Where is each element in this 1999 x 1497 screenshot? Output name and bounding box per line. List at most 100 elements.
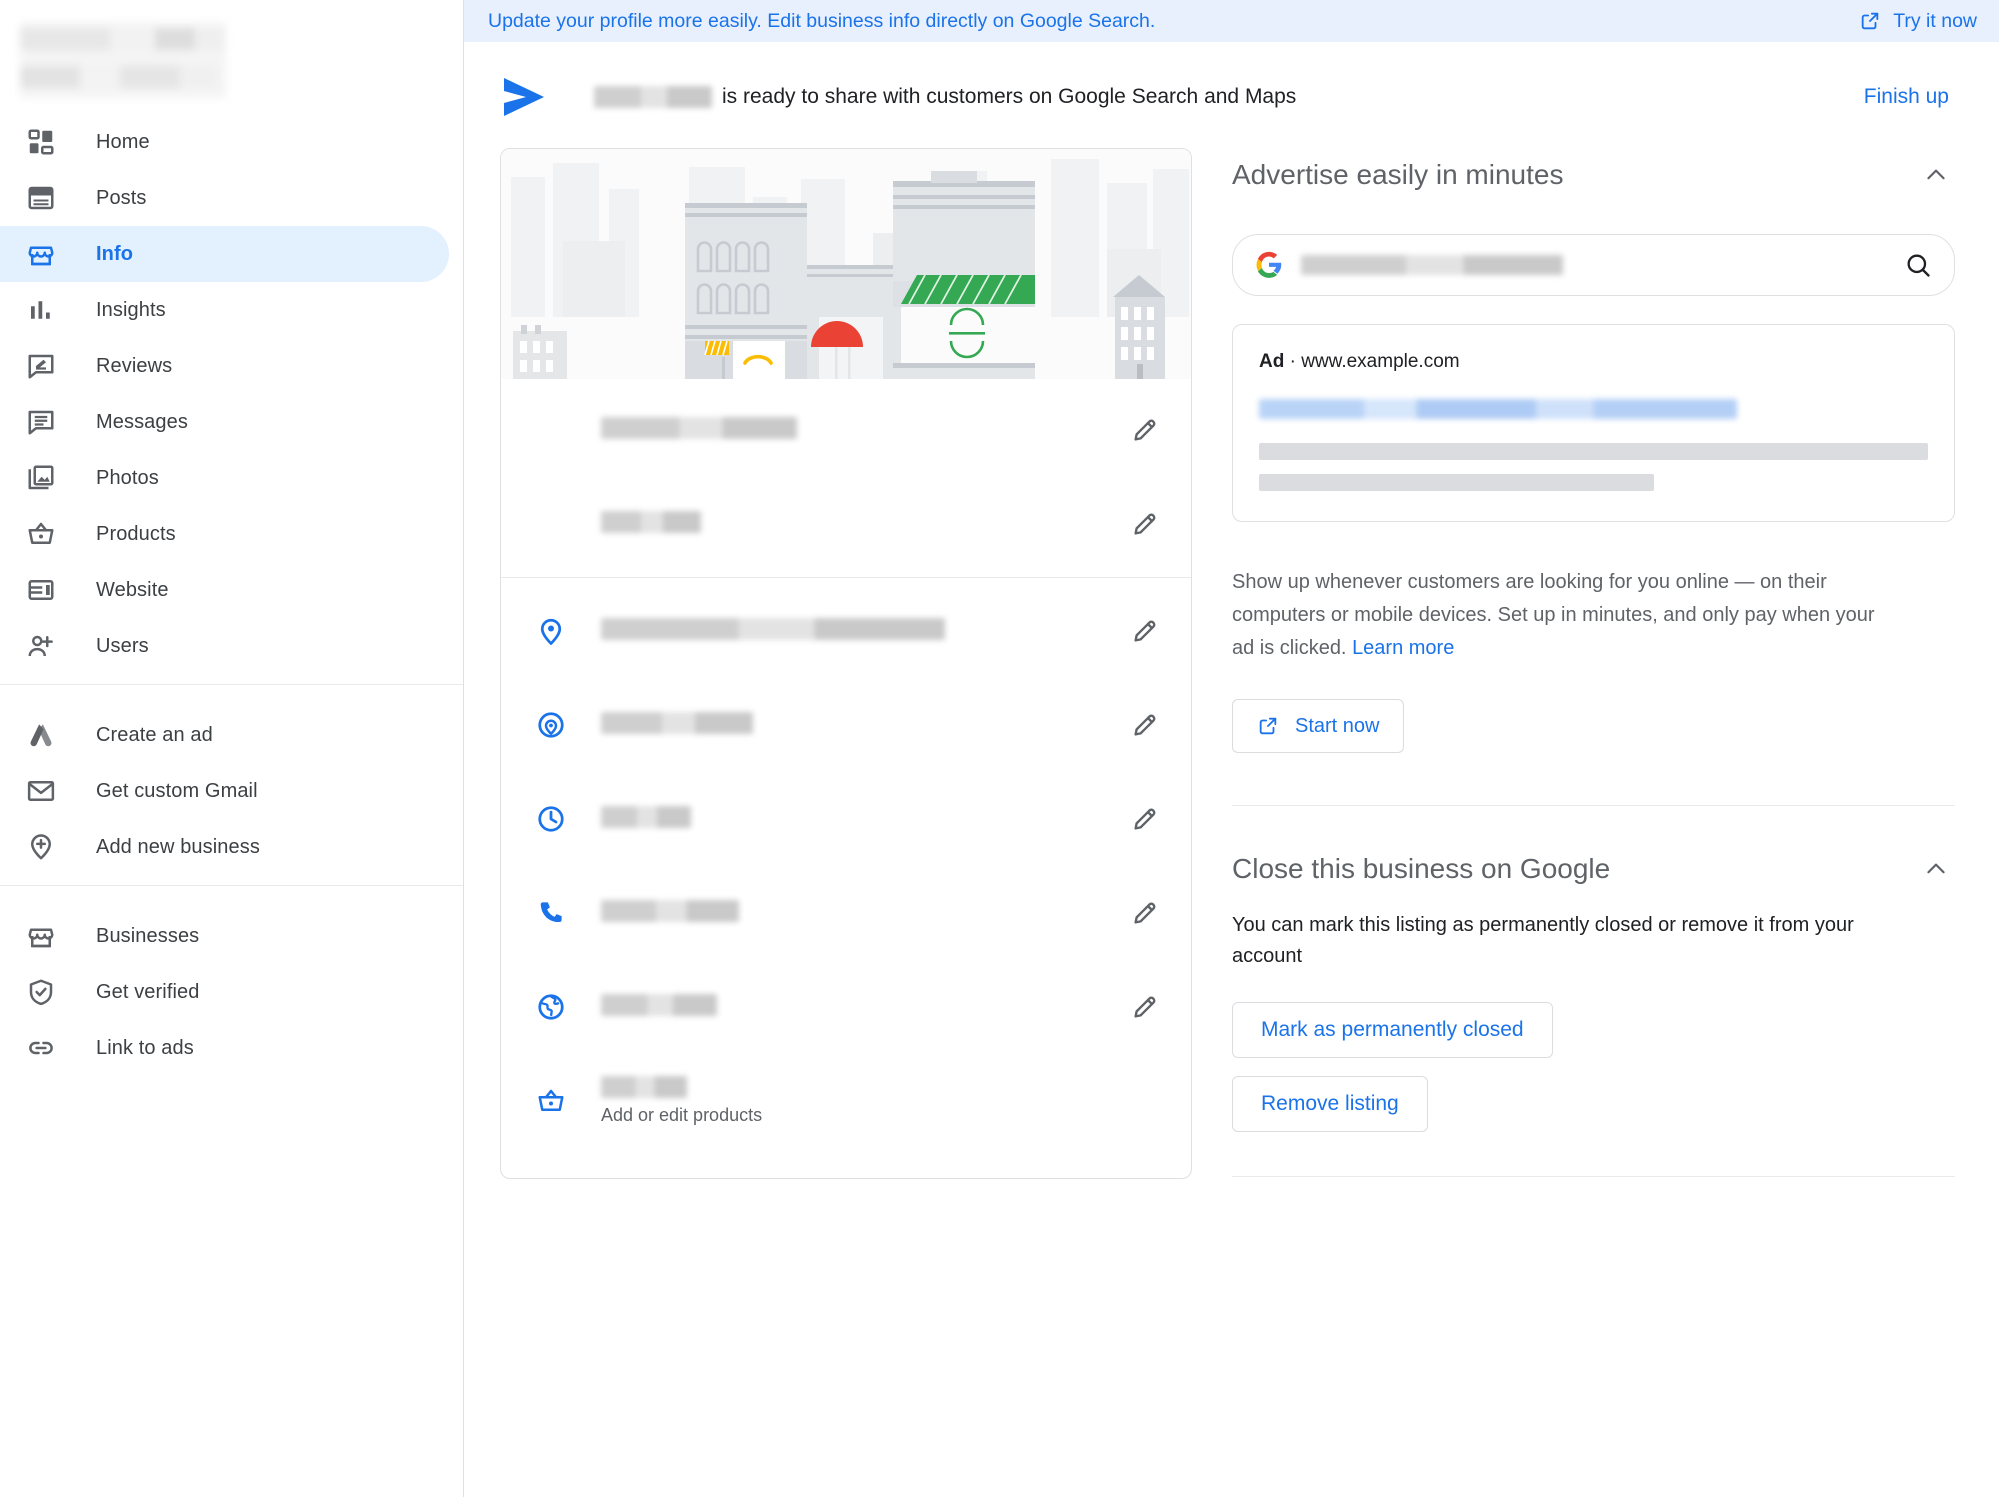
app-root: Home Posts Info Insights Reviews Messages Phot… xyxy=(0,0,1999,1497)
business-details-section: Add or edit products xyxy=(501,578,1191,1178)
pencil-icon[interactable] xyxy=(1123,898,1167,928)
info-row-service-area[interactable] xyxy=(501,678,1191,772)
photo-icon xyxy=(24,461,58,495)
search-icon[interactable] xyxy=(1904,251,1932,279)
sidebar-item-get-verified[interactable]: Get verified xyxy=(0,964,449,1020)
pencil-icon[interactable] xyxy=(1123,616,1167,646)
clock-icon xyxy=(531,804,571,834)
info-row-value xyxy=(601,899,1123,927)
sidebar-item-insights[interactable]: Insights xyxy=(0,282,449,338)
panel-divider xyxy=(1232,805,1955,806)
sidebar-item-info[interactable]: Info xyxy=(0,226,449,282)
ad-label-row: Ad · www.example.com xyxy=(1259,351,1928,373)
post-icon xyxy=(24,181,58,215)
google-g-icon xyxy=(1255,251,1283,279)
sidebar-item-label: Insights xyxy=(96,298,166,321)
info-row-business-name[interactable] xyxy=(501,383,1191,477)
pencil-icon[interactable] xyxy=(1123,509,1167,539)
sidebar-item-label: Home xyxy=(96,130,150,153)
pencil-icon[interactable] xyxy=(1123,415,1167,445)
info-row-business-category[interactable] xyxy=(501,477,1191,571)
sidebar-item-photos[interactable]: Photos xyxy=(0,450,449,506)
close-business-title: Close this business on Google xyxy=(1232,853,1611,884)
sidebar-item-label: Products xyxy=(96,522,176,545)
sidebar-item-users[interactable]: Users xyxy=(0,618,449,674)
advertise-description: Show up whenever customers are looking f… xyxy=(1232,566,1902,665)
link-icon xyxy=(24,1031,58,1065)
sidebar: Home Posts Info Insights Reviews Messages Phot… xyxy=(0,0,464,1497)
ready-notice: is ready to share with customers on Goog… xyxy=(464,42,1999,148)
info-row-phone[interactable] xyxy=(501,866,1191,960)
info-row-address[interactable] xyxy=(501,584,1191,678)
ad-separator: · xyxy=(1289,351,1296,372)
redacted-value xyxy=(601,617,945,640)
sidebar-item-link-to-ads[interactable]: Link to ads xyxy=(0,1020,449,1076)
chevron-up-icon[interactable] xyxy=(1917,156,1955,194)
sidebar-item-reviews[interactable]: Reviews xyxy=(0,338,449,394)
ad-body-bar xyxy=(1259,474,1654,491)
sidebar-item-products[interactable]: Products xyxy=(0,506,449,562)
redacted-value xyxy=(601,416,797,439)
sidebar-nav: Home Posts Info Insights Reviews Messages Phot… xyxy=(0,108,463,1086)
review-icon xyxy=(24,349,58,383)
sidebar-item-label: Info xyxy=(96,242,134,265)
advertise-description-text: Show up whenever customers are looking f… xyxy=(1232,571,1875,659)
sidebar-item-posts[interactable]: Posts xyxy=(0,170,449,226)
ad-preview-card: Ad · www.example.com xyxy=(1232,324,1955,522)
redacted-value xyxy=(601,1076,687,1098)
pencil-icon[interactable] xyxy=(1123,992,1167,1022)
start-now-button[interactable]: Start now xyxy=(1232,699,1405,753)
sidebar-item-label: Messages xyxy=(96,410,188,433)
sidebar-item-get-custom-gmail[interactable]: Get custom Gmail xyxy=(0,763,449,819)
close-business-header: Close this business on Google xyxy=(1232,850,1955,888)
ad-search-preview[interactable] xyxy=(1232,234,1955,296)
search-query-redacted xyxy=(1301,255,1563,275)
info-row-website[interactable] xyxy=(501,960,1191,1054)
sidebar-item-create-an-ad[interactable]: Create an ad xyxy=(0,707,449,763)
info-row-value: Add or edit products xyxy=(601,1076,1123,1126)
sidebar-item-home[interactable]: Home xyxy=(0,114,449,170)
right-column: Advertise easily in minutes Ad · www.exa… xyxy=(1232,148,1963,1179)
main-area: Update your profile more easily. Edit bu… xyxy=(464,0,1999,1497)
learn-more-link[interactable]: Learn more xyxy=(1352,637,1454,659)
sidebar-item-label: Get custom Gmail xyxy=(96,779,258,802)
try-it-now-button[interactable]: Try it now xyxy=(1859,10,1977,33)
sidebar-item-label: Create an ad xyxy=(96,723,213,746)
pencil-icon[interactable] xyxy=(1123,804,1167,834)
person-add-icon xyxy=(24,629,58,663)
sidebar-item-website[interactable]: Website xyxy=(0,562,449,618)
pencil-icon[interactable] xyxy=(1123,710,1167,740)
business-info-card: Add or edit products xyxy=(500,148,1192,1179)
ad-url: www.example.com xyxy=(1301,351,1460,372)
shield-check-icon xyxy=(24,975,58,1009)
sidebar-item-label: Get verified xyxy=(96,980,200,1003)
business-name-redacted xyxy=(594,86,712,108)
redacted-value xyxy=(601,993,717,1016)
panel-divider xyxy=(1232,1176,1955,1177)
finish-up-button[interactable]: Finish up xyxy=(1864,85,1963,109)
sidebar-item-messages[interactable]: Messages xyxy=(0,394,449,450)
sidebar-group-1: Create an ad Get custom Gmail Add new busi… xyxy=(0,684,463,885)
service-area-icon xyxy=(531,710,571,740)
basket-icon xyxy=(24,517,58,551)
close-business-button-1[interactable]: Remove listing xyxy=(1232,1076,1428,1132)
google-ads-icon xyxy=(24,718,58,752)
sidebar-item-label: Photos xyxy=(96,466,159,489)
close-business-button-0[interactable]: Mark as permanently closed xyxy=(1232,1002,1553,1058)
redacted-value xyxy=(601,510,701,533)
sidebar-item-label: Reviews xyxy=(96,354,173,377)
try-it-now-label: Try it now xyxy=(1893,9,1977,32)
sidebar-group-2: Businesses Get verified Link to ads xyxy=(0,885,463,1086)
sidebar-item-businesses[interactable]: Businesses xyxy=(0,908,449,964)
advertise-panel-header: Advertise easily in minutes xyxy=(1232,156,1955,194)
redacted-value xyxy=(601,899,739,922)
promo-banner: Update your profile more easily. Edit bu… xyxy=(464,0,1999,42)
chevron-up-icon[interactable] xyxy=(1917,850,1955,888)
info-row-hours[interactable] xyxy=(501,772,1191,866)
globe-icon xyxy=(531,992,571,1022)
advertise-panel-title: Advertise easily in minutes xyxy=(1232,159,1564,190)
content-columns: Add or edit products Advertise easily in… xyxy=(464,148,1999,1179)
sidebar-item-add-new-business[interactable]: Add new business xyxy=(0,819,449,875)
info-row-value xyxy=(601,993,1123,1021)
info-row-products[interactable]: Add or edit products xyxy=(501,1054,1191,1148)
